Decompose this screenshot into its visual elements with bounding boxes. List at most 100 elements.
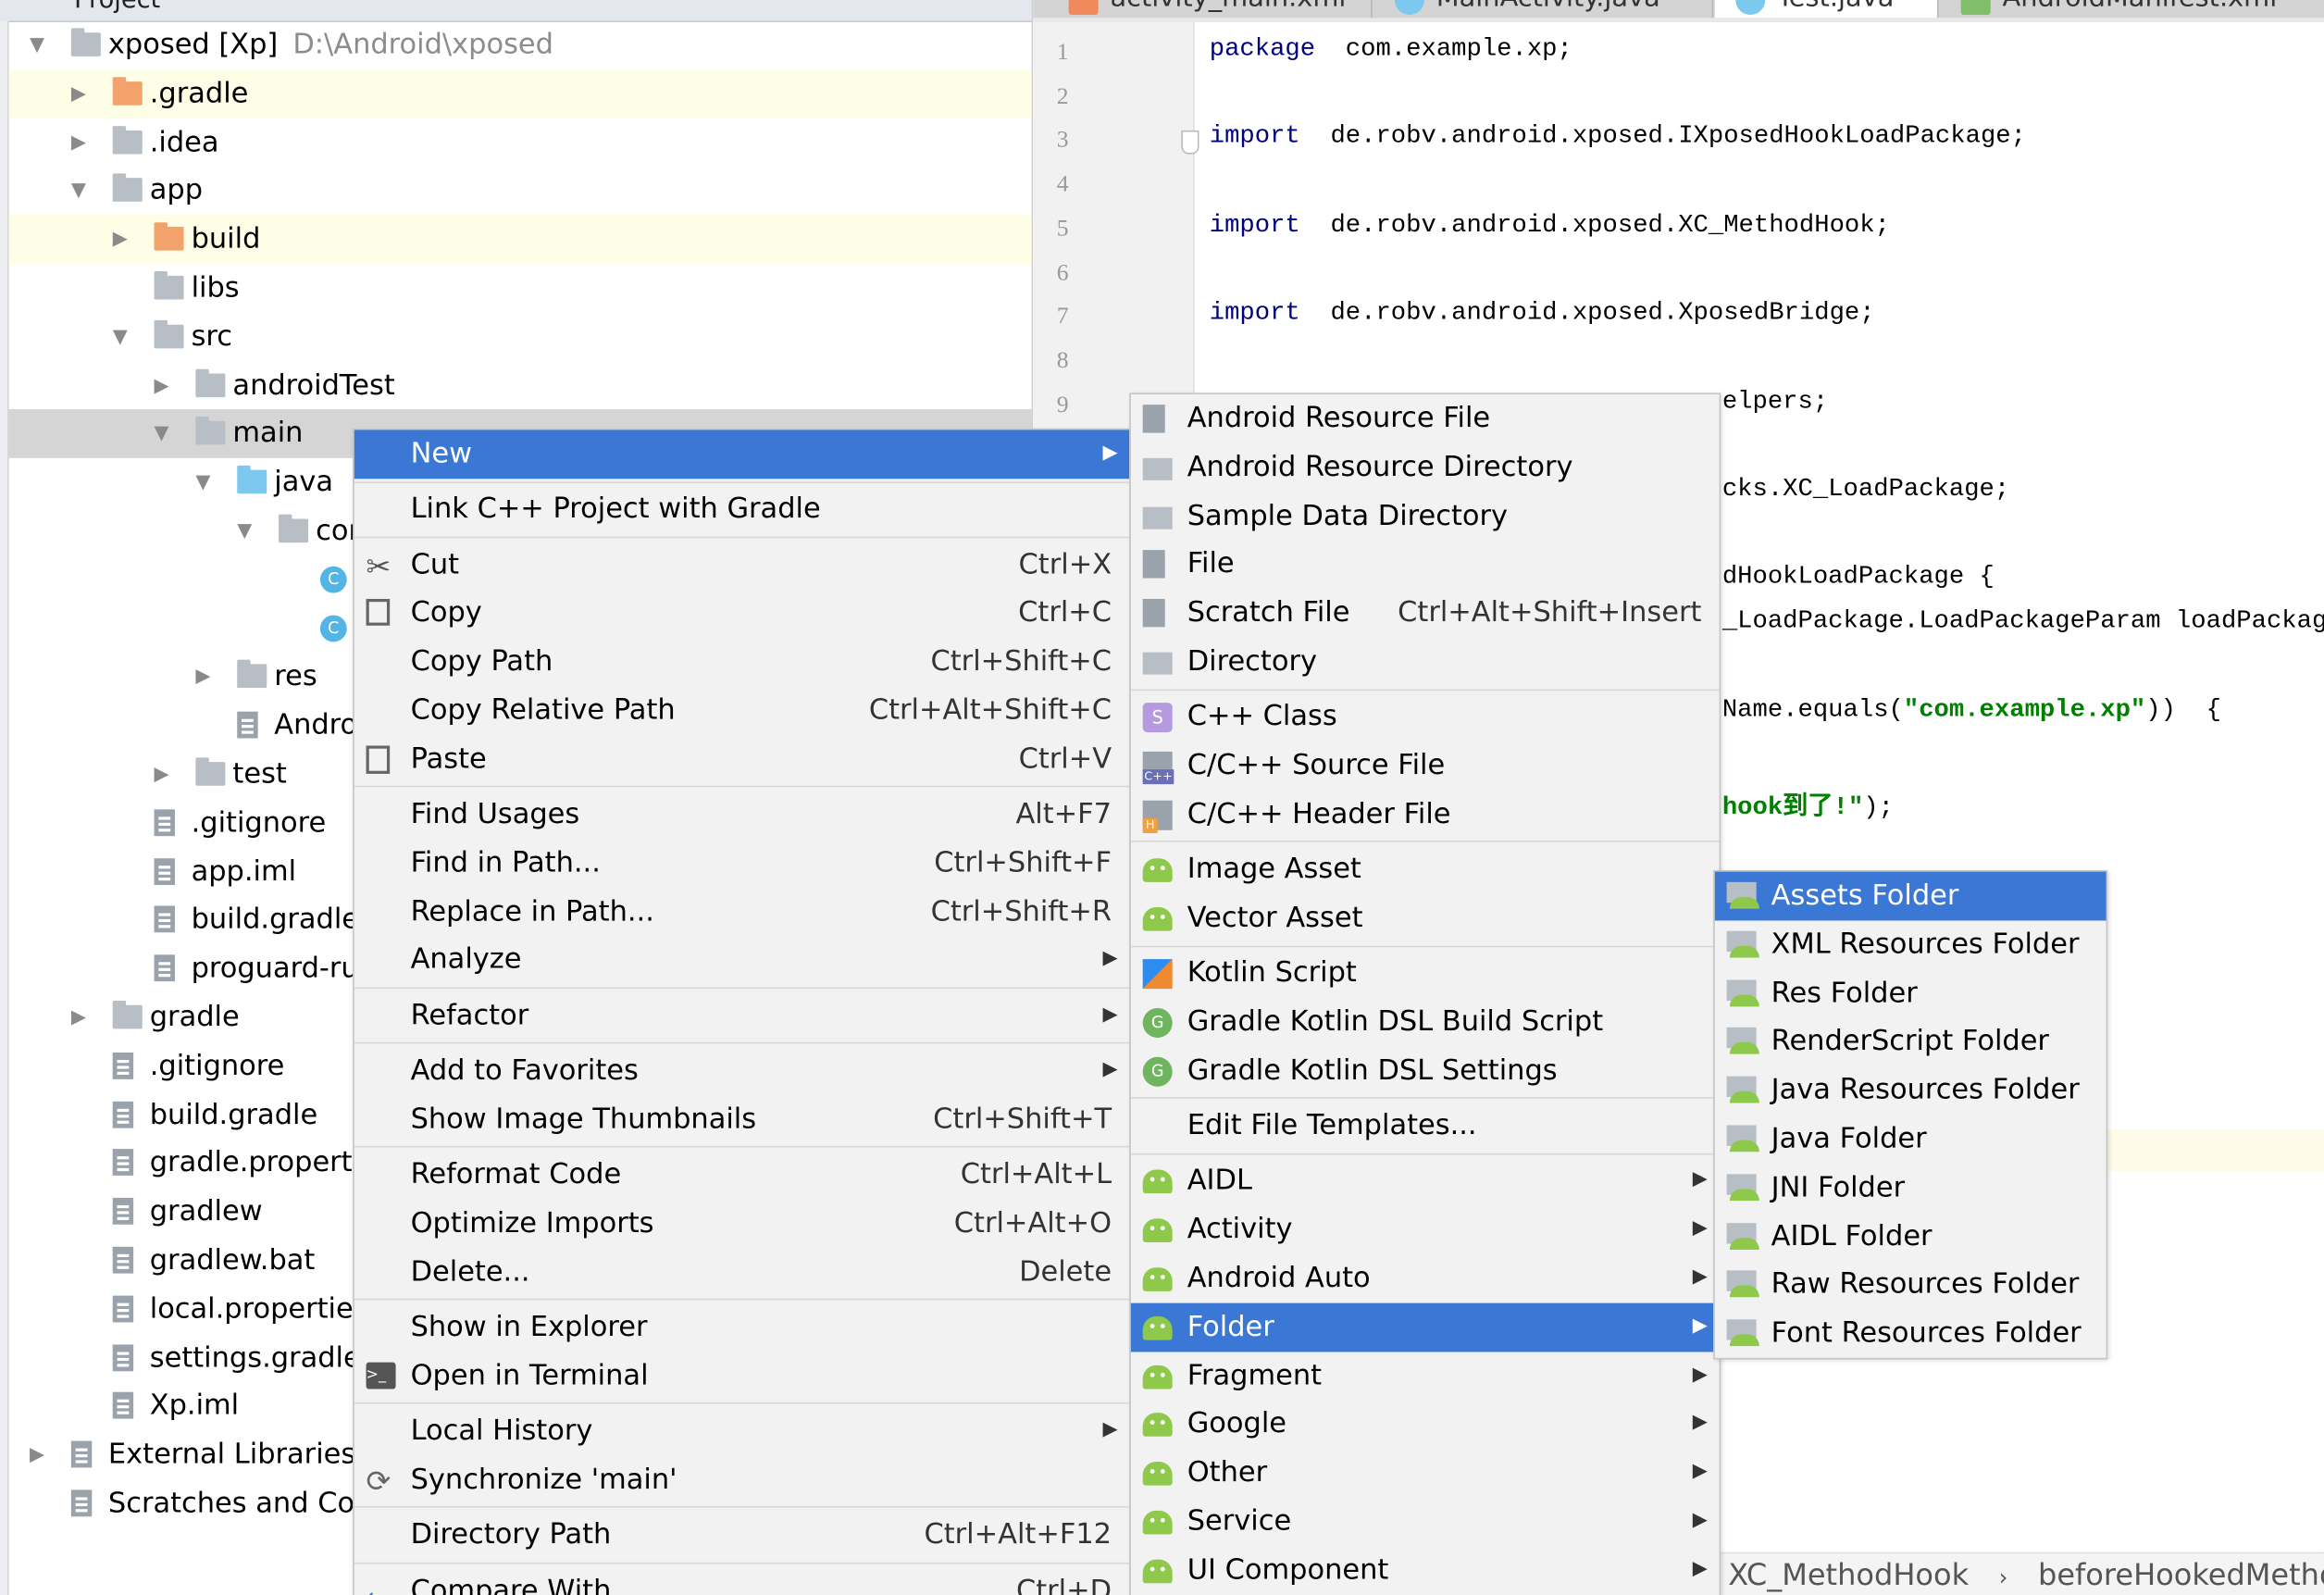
chevron-down-icon[interactable]: ▼ <box>193 458 213 507</box>
menu-item-optimize-imports[interactable]: Optimize Imports Ctrl+Alt+O <box>354 1199 1130 1248</box>
menu-item-edit-file-templates[interactable]: Edit File Templates... <box>1131 1102 1720 1151</box>
menu-item-find-in-path[interactable]: Find in Path... Ctrl+Shift+F <box>354 839 1130 888</box>
menu-item-cut[interactable]: Cut Ctrl+X <box>354 541 1130 590</box>
menu-item-font-resources-folder[interactable]: Font Resources Folder <box>1715 1309 2107 1358</box>
tree-item[interactable]: ▶ build <box>8 215 1032 265</box>
menu-item-copy-relative-path[interactable]: Copy Relative Path Ctrl+Alt+Shift+C <box>354 686 1130 735</box>
editor-tab[interactable]: MainActivity.java <box>1373 0 1714 19</box>
menu-item-aidl-folder[interactable]: AIDL Folder <box>1715 1212 2107 1261</box>
menu-item-scratch-file[interactable]: Scratch File Ctrl+Alt+Shift+Insert <box>1131 589 1720 638</box>
chevron-right-icon[interactable]: ▶ <box>110 216 130 265</box>
breadcrumb-item[interactable]: beforeHookedMethod() <box>2038 1556 2324 1591</box>
chevron-right-icon[interactable]: ▶ <box>151 361 171 410</box>
breadcrumb-item[interactable]: XC_MethodHook <box>1728 1556 1969 1591</box>
chevron-down-icon[interactable]: ▼ <box>27 20 47 69</box>
menu-item-google[interactable]: Google ▶ <box>1131 1400 1720 1449</box>
menu-item-find-usages[interactable]: Find Usages Alt+F7 <box>354 791 1130 840</box>
chevron-right-icon[interactable]: ▶ <box>151 750 171 799</box>
chevron-right-icon[interactable]: ▶ <box>68 118 89 167</box>
menu-item-c-class[interactable]: S C++ Class <box>1131 692 1720 741</box>
chevron-right-icon[interactable]: ▶ <box>27 1431 47 1480</box>
menu-item-raw-resources-folder[interactable]: Raw Resources Folder <box>1715 1261 2107 1310</box>
menu-item-analyze[interactable]: Analyze ▶ <box>354 936 1130 985</box>
chevron-down-icon[interactable]: ▼ <box>68 167 89 216</box>
tree-item[interactable]: ▶ androidTest <box>9 361 1032 410</box>
menu-item-android-auto[interactable]: Android Auto ▶ <box>1131 1254 1720 1303</box>
menu-item-replace-in-path[interactable]: Replace in Path... Ctrl+Shift+R <box>354 888 1130 937</box>
menu-item-sample-data-directory[interactable]: Sample Data Directory <box>1131 492 1720 541</box>
tree-item[interactable]: ▼ src <box>9 313 1032 362</box>
menu-item-file[interactable]: File <box>1131 541 1720 590</box>
tree-item[interactable]: ▶ .gradle <box>8 69 1032 118</box>
menu-item-reformat-code[interactable]: Reformat Code Ctrl+Alt+L <box>354 1151 1130 1200</box>
chevron-down-icon[interactable]: ▼ <box>151 410 171 459</box>
chevron-right-icon[interactable]: ▶ <box>68 993 89 1042</box>
menu-item-c-c-header-file[interactable]: C/C++ Header File <box>1131 790 1720 839</box>
menu-item-directory-path[interactable]: Directory Path Ctrl+Alt+F12 <box>354 1511 1130 1560</box>
menu-item-compare-with[interactable]: ⇆ Compare With... Ctrl+D <box>354 1566 1130 1595</box>
tree-item[interactable]: ▼ xposed [Xp] D:\Android\xposed <box>9 20 1032 69</box>
menu-item-show-image-thumbnails[interactable]: Show Image Thumbnails Ctrl+Shift+T <box>354 1095 1130 1144</box>
chevron-down-icon[interactable]: ▼ <box>110 313 130 362</box>
code-line[interactable]: import de.robv.android.xposed.IXposedHoo… <box>1210 124 2026 152</box>
menu-item-java-folder[interactable]: Java Folder <box>1715 1115 2107 1164</box>
code-line[interactable]: _LoadPackage.LoadPackageParam loadPackag… <box>1722 608 2324 636</box>
menu-item-activity[interactable]: Activity ▶ <box>1131 1205 1720 1254</box>
menu-item-show-in-explorer[interactable]: Show in Explorer <box>354 1303 1130 1352</box>
editor-tab[interactable]: Test.java <box>1714 0 1939 19</box>
tree-item-label: .gitignore <box>150 1041 285 1090</box>
menu-item-java-resources-folder[interactable]: Java Resources Folder <box>1715 1066 2107 1115</box>
fold-marker-icon[interactable] <box>1181 130 1199 155</box>
menu-item-link-c-project-with-gradle[interactable]: Link C++ Project with Gradle <box>354 485 1130 534</box>
menu-item-aidl[interactable]: AIDL ▶ <box>1131 1157 1720 1206</box>
menu-item-image-asset[interactable]: Image Asset <box>1131 845 1720 894</box>
tree-item[interactable]: ▶ .idea <box>9 118 1032 167</box>
menu-item-c-c-source-file[interactable]: C/C++ Source File <box>1131 741 1720 791</box>
menu-item-copy-path[interactable]: Copy Path Ctrl+Shift+C <box>354 638 1130 687</box>
editor-tab[interactable]: AndroidManifest.xml <box>1940 0 2324 18</box>
chevron-right-icon[interactable]: ▶ <box>68 69 89 118</box>
code-line[interactable]: elpers; <box>1722 388 1828 416</box>
editor-tab[interactable]: activity_main.xml <box>1048 0 1373 19</box>
menu-item-folder[interactable]: Folder ▶ <box>1130 1302 1720 1352</box>
menu-item-shortcut: Ctrl+Shift+C <box>930 644 1112 679</box>
menu-item-android-resource-file[interactable]: Android Resource File <box>1131 394 1720 443</box>
menu-item-gradle-kotlin-dsl-build-script[interactable]: G Gradle Kotlin DSL Build Script <box>1131 998 1720 1047</box>
code-line[interactable]: Name.equals("com.example.xp")) { <box>1722 696 2221 724</box>
menu-item-add-to-favorites[interactable]: Add to Favorites ▶ <box>354 1047 1130 1096</box>
menu-item-synchronize-main[interactable]: Synchronize 'main' <box>354 1455 1130 1504</box>
menu-item-gradle-kotlin-dsl-settings[interactable]: G Gradle Kotlin DSL Settings <box>1131 1046 1720 1095</box>
afolder-icon <box>1726 1222 1759 1250</box>
menu-item-directory[interactable]: Directory <box>1131 638 1720 687</box>
menu-item-delete[interactable]: Delete... Delete <box>354 1248 1130 1297</box>
menu-item-kotlin-script[interactable]: Kotlin Script <box>1131 949 1720 998</box>
menu-item-other[interactable]: Other ▶ <box>1131 1449 1720 1498</box>
menu-item-assets-folder[interactable]: Assets Folder <box>1714 871 2107 921</box>
menu-item-new[interactable]: New ▶ <box>354 430 1130 479</box>
menu-item-jni-folder[interactable]: JNI Folder <box>1715 1164 2107 1213</box>
menu-item-refactor[interactable]: Refactor ▶ <box>354 991 1130 1040</box>
menu-item-renderscript-folder[interactable]: RenderScript Folder <box>1715 1017 2107 1066</box>
menu-item-res-folder[interactable]: Res Folder <box>1715 969 2107 1018</box>
code-line[interactable]: cks.XC_LoadPackage; <box>1722 476 2009 504</box>
code-line[interactable]: import de.robv.android.xposed.XposedBrid… <box>1210 300 1875 328</box>
tree-item[interactable]: ▼ app <box>9 167 1032 216</box>
menu-item-paste[interactable]: Paste Ctrl+V <box>354 735 1130 784</box>
code-line[interactable]: package com.example.xp; <box>1210 35 1572 63</box>
menu-item-local-history[interactable]: Local History ▶ <box>354 1407 1130 1456</box>
menu-item-copy[interactable]: Copy Ctrl+C <box>354 589 1130 638</box>
menu-item-vector-asset[interactable]: Vector Asset <box>1131 894 1720 943</box>
menu-item-android-resource-directory[interactable]: Android Resource Directory <box>1131 442 1720 492</box>
menu-item-xml-resources-folder[interactable]: XML Resources Folder <box>1715 920 2107 969</box>
chevron-right-icon[interactable]: ▶ <box>193 653 213 702</box>
folder-icon <box>154 319 184 349</box>
code-line[interactable]: import de.robv.android.xposed.XC_MethodH… <box>1210 212 1890 240</box>
menu-item-fragment[interactable]: Fragment ▶ <box>1131 1352 1720 1401</box>
menu-item-ui-component[interactable]: UI Component ▶ <box>1131 1546 1720 1595</box>
menu-item-service[interactable]: Service ▶ <box>1131 1497 1720 1546</box>
menu-item-open-in-terminal[interactable]: >_ Open in Terminal <box>354 1352 1130 1401</box>
tree-item[interactable]: libs <box>9 264 1032 313</box>
chevron-down-icon[interactable]: ▼ <box>234 507 255 556</box>
code-line[interactable]: hook到了!"); <box>1722 784 1894 822</box>
code-line[interactable]: dHookLoadPackage { <box>1722 564 1995 592</box>
